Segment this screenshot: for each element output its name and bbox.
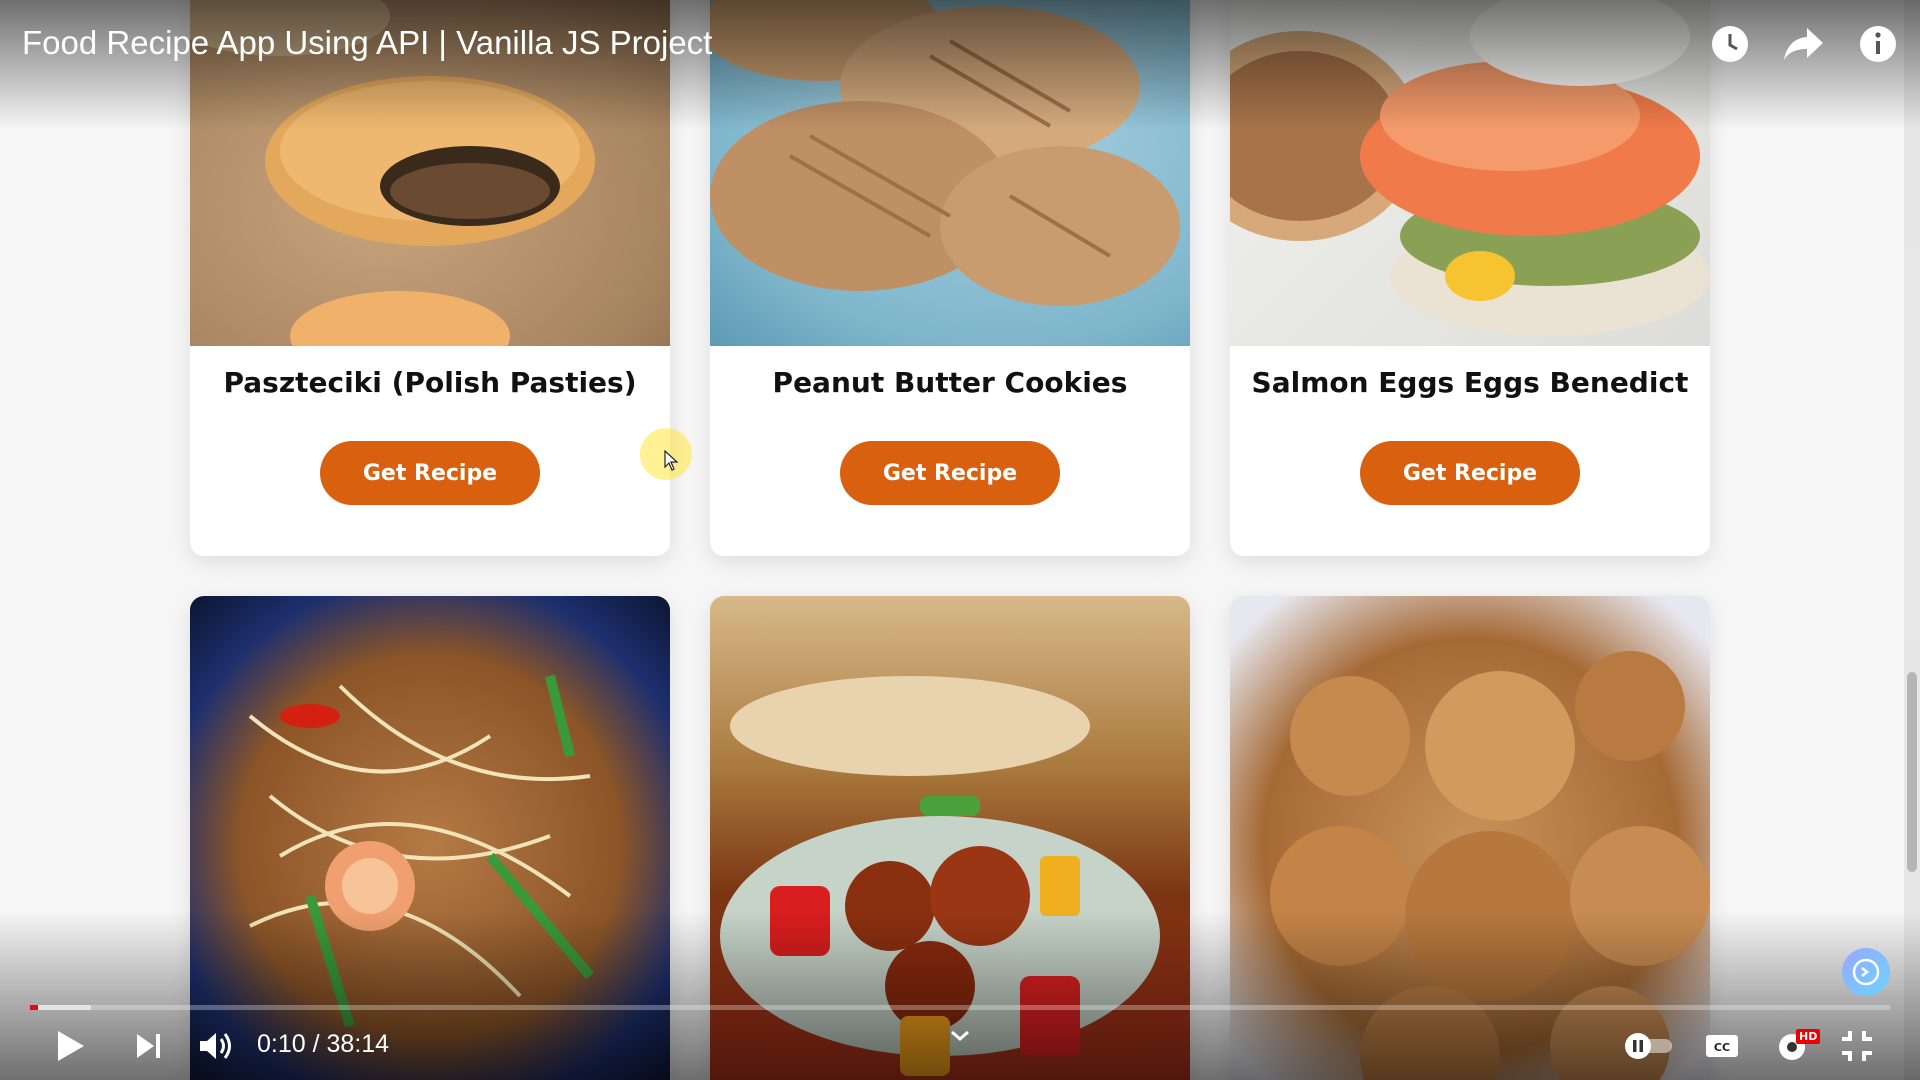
svg-text:CC: CC	[1714, 1041, 1730, 1054]
captions-icon: CC	[1706, 1035, 1738, 1057]
play-button[interactable]	[56, 1023, 86, 1069]
chevron-down-icon[interactable]	[948, 1028, 972, 1048]
recipe-title: Paszteciki (Polish Pasties)	[223, 366, 637, 399]
progress-bar[interactable]	[30, 1005, 1890, 1010]
video-title[interactable]: Food Recipe App Using API | Vanilla JS P…	[22, 24, 712, 62]
next-button[interactable]	[134, 1023, 164, 1069]
hd-badge: HD	[1796, 1029, 1821, 1044]
volume-button[interactable]	[198, 1023, 234, 1069]
get-recipe-button[interactable]: Get Recipe	[320, 441, 540, 505]
captions-button[interactable]: CC	[1704, 1023, 1740, 1069]
next-icon	[137, 1034, 160, 1058]
scrollbar-thumb[interactable]	[1907, 672, 1917, 872]
time-display: 0:10 / 38:14	[257, 1030, 389, 1059]
mouse-cursor-icon	[664, 449, 680, 476]
top-overlay	[0, 0, 1920, 130]
get-recipe-button[interactable]: Get Recipe	[1360, 441, 1580, 505]
share-icon[interactable]	[1782, 22, 1826, 66]
time-separator: /	[305, 1030, 327, 1058]
current-time: 0:10	[257, 1030, 306, 1058]
exit-fullscreen-button[interactable]	[1840, 1023, 1874, 1069]
progress-played	[30, 1005, 39, 1010]
volume-icon	[200, 1033, 231, 1059]
watch-later-icon[interactable]	[1708, 22, 1752, 66]
get-recipe-button[interactable]: Get Recipe	[840, 441, 1060, 505]
top-actions	[1708, 22, 1900, 66]
info-icon[interactable]	[1856, 22, 1900, 66]
recipe-title: Peanut Butter Cookies	[772, 366, 1128, 399]
assistant-bubble-icon[interactable]	[1842, 948, 1890, 996]
video-player[interactable]: Paszteciki (Polish Pasties) Get Recipe P…	[0, 0, 1920, 1080]
recipe-title: Salmon Eggs Eggs Benedict	[1251, 366, 1689, 399]
progress-buffered	[30, 1005, 92, 1010]
play-icon	[58, 1031, 84, 1061]
settings-button[interactable]: HD	[1776, 1023, 1821, 1069]
exit-fullscreen-icon	[1842, 1031, 1872, 1061]
autoplay-toggle[interactable]	[1622, 1023, 1676, 1069]
duration: 38:14	[326, 1030, 390, 1058]
